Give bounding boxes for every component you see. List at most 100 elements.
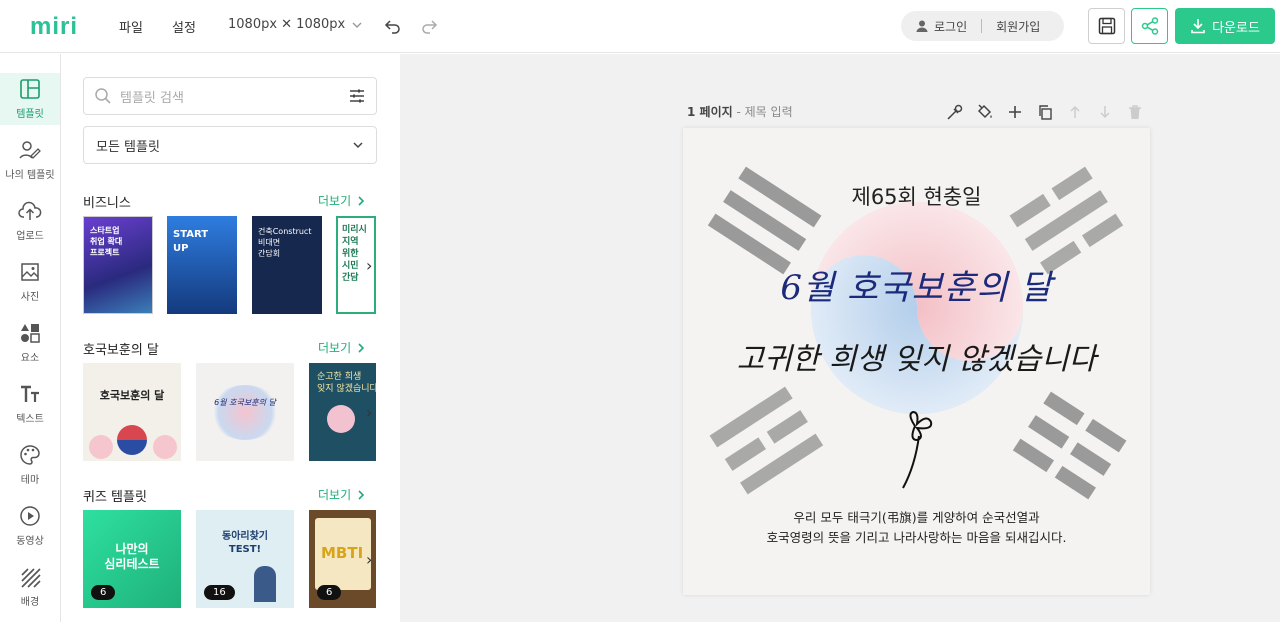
template-search[interactable]: 템플릿 검색 [83, 77, 377, 115]
scroll-right-button[interactable]: › [366, 403, 372, 422]
share-button[interactable] [1131, 8, 1168, 44]
search-icon [95, 88, 111, 104]
sidebar-item-label: 배경 [20, 597, 40, 608]
auth-pill: 로그인 회원가입 [901, 11, 1064, 41]
artboard-title[interactable]: 제65회 현충일 [683, 181, 1150, 211]
sidebar-item-label: 텍스트 [16, 414, 44, 425]
menu-settings[interactable]: 설정 [172, 17, 196, 36]
copy-icon [1039, 105, 1052, 120]
move-page-up-button[interactable] [1063, 100, 1087, 124]
signup-button[interactable]: 회원가입 [996, 18, 1040, 35]
more-link-quiz[interactable]: 더보기 [318, 486, 365, 503]
thumb-text: START UP [173, 229, 209, 254]
artboard-description[interactable]: 우리 모두 태극기(弔旗)를 게양하여 순국선열과 호국영령의 뜻을 기리고 나… [683, 508, 1150, 548]
template-thumb[interactable]: 나만의 심리테스트 6 [83, 510, 181, 608]
sidebar-item-theme[interactable]: 테마 [0, 439, 60, 491]
more-label: 더보기 [318, 341, 352, 355]
top-bar: miri 파일 설정 1080px ✕ 1080px 로그인 회원가입 다운로드 [0, 0, 1280, 53]
sidebar: 템플릿 나의 템플릿 업로드 사진 요소 텍스트 테마 동영상 배경 [0, 54, 61, 622]
elements-icon [21, 324, 40, 343]
section-title-business: 비즈니스 [83, 196, 131, 211]
template-filter-select[interactable]: 모든 템플릿 [83, 126, 377, 164]
background-icon [21, 568, 41, 588]
sidebar-item-video[interactable]: 동영상 [0, 500, 60, 552]
chevron-right-icon [358, 195, 365, 206]
more-link-business[interactable]: 더보기 [318, 192, 365, 209]
download-icon [1191, 19, 1205, 34]
paint-bucket-icon [977, 104, 992, 119]
sidebar-item-templates[interactable]: 템플릿 [0, 73, 60, 125]
section-title-memorial: 호국보훈의 달 [83, 343, 159, 358]
scroll-right-button[interactable]: › [366, 550, 372, 569]
sidebar-item-upload[interactable]: 업로드 [0, 195, 60, 247]
thumb-text: 호국보훈의 달 [99, 389, 165, 402]
chevron-right-icon [358, 342, 365, 353]
logo[interactable]: miri [30, 13, 78, 41]
more-link-memorial[interactable]: 더보기 [318, 339, 365, 356]
login-button[interactable]: 로그인 [934, 18, 967, 35]
artboard-headline-2[interactable]: 고귀한 희생 잊지 않겠습니다 [683, 334, 1150, 378]
thumb-text: 6월 호국보훈의 달 [214, 398, 276, 407]
sidebar-item-background[interactable]: 배경 [0, 561, 60, 613]
sidebar-item-label: 요소 [20, 353, 40, 364]
page-title-input[interactable]: 제목 입력 [745, 105, 793, 119]
design-artboard[interactable]: 제65회 현충일 6월 호국보훈의 달 고귀한 희생 잊지 않겠습니다 우리 모… [683, 128, 1150, 595]
plus-icon [1009, 106, 1021, 118]
chevron-right-icon [358, 489, 365, 500]
sidebar-item-label: 템플릿 [16, 109, 44, 120]
thumb-text: 동아리찾기 TEST! [222, 531, 268, 555]
artboard-headline-1[interactable]: 6월 호국보훈의 달 [683, 260, 1150, 309]
sidebar-item-text[interactable]: 텍스트 [0, 378, 60, 430]
menu-file[interactable]: 파일 [119, 17, 143, 36]
download-button[interactable]: 다운로드 [1175, 8, 1275, 44]
description-line-1: 우리 모두 태극기(弔旗)를 게양하여 순국선열과 [793, 510, 1040, 525]
canvas-size-select[interactable]: 1080px ✕ 1080px [228, 17, 363, 32]
template-thumb[interactable]: 6월 호국보훈의 달 [196, 363, 294, 461]
template-icon [20, 79, 40, 99]
download-label: 다운로드 [1212, 20, 1260, 36]
save-button[interactable] [1088, 8, 1125, 44]
sidebar-item-label: 업로드 [16, 231, 44, 242]
page-count-badge: 6 [317, 585, 342, 600]
filter-icon[interactable] [348, 87, 366, 105]
thumb-text: 건축Construct 비대면 간담회 [258, 227, 312, 258]
divider [981, 19, 983, 33]
save-icon [1098, 17, 1115, 35]
sidebar-item-elements[interactable]: 요소 [0, 317, 60, 369]
move-page-down-button[interactable] [1093, 100, 1117, 124]
scroll-right-button[interactable]: › [366, 256, 372, 275]
sidebar-item-label: 테마 [20, 475, 40, 486]
template-thumb[interactable]: 건축Construct 비대면 간담회 [252, 216, 322, 314]
template-thumb[interactable]: 동아리찾기 TEST! 16 [196, 510, 294, 608]
redo-button[interactable] [417, 14, 441, 38]
thumb-text: 나만의 심리테스트 [104, 542, 160, 571]
template-filter-value: 모든 템플릿 [96, 139, 160, 155]
template-thumb[interactable]: START UP [167, 216, 237, 314]
sidebar-item-label: 동영상 [16, 536, 44, 547]
text-icon [21, 385, 39, 402]
sidebar-item-photo[interactable]: 사진 [0, 256, 60, 308]
video-icon [20, 506, 40, 526]
eyedropper-icon [947, 104, 963, 120]
share-icon [1141, 17, 1158, 35]
eyedropper-button[interactable] [943, 100, 967, 124]
duplicate-page-button[interactable] [1033, 100, 1057, 124]
template-thumb[interactable]: 호국보훈의 달 [83, 363, 181, 461]
sidebar-item-label: 나의 템플릿 [5, 170, 55, 181]
add-page-button[interactable] [1003, 100, 1027, 124]
page-header: 1 페이지 - 제목 입력 [687, 105, 793, 119]
template-thumb[interactable]: 스타트업 취업 확대 프로젝트 [83, 216, 153, 314]
page-count-badge: 16 [204, 585, 235, 600]
canvas-size-label: 1080px ✕ 1080px [228, 17, 346, 32]
fill-color-button[interactable] [973, 100, 997, 124]
upload-icon [18, 201, 42, 220]
search-input[interactable]: 템플릿 검색 [120, 87, 348, 106]
sidebar-item-my-templates[interactable]: 나의 템플릿 [0, 134, 60, 186]
thumb-text: 스타트업 취업 확대 프로젝트 [90, 226, 123, 257]
page-number: 1 페이지 [687, 105, 733, 119]
redo-icon [422, 20, 438, 34]
delete-page-button[interactable] [1123, 100, 1147, 124]
undo-button[interactable] [381, 14, 405, 38]
page-count-badge: 6 [91, 585, 116, 600]
my-template-icon [19, 141, 41, 159]
